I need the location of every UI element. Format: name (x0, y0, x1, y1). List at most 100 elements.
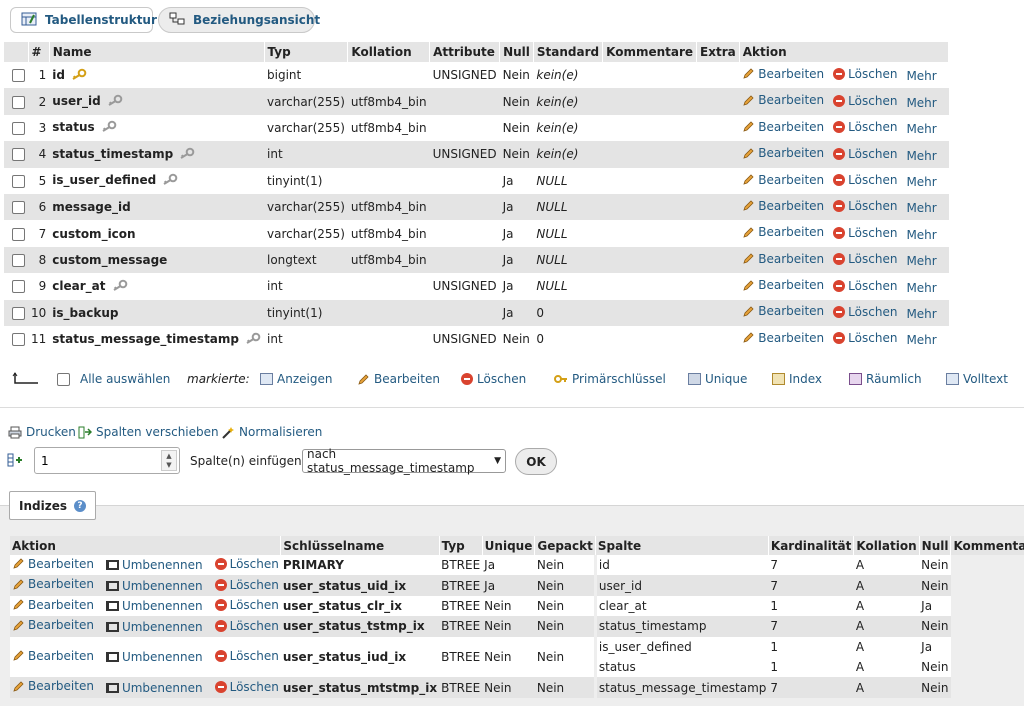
edit-button[interactable]: Bearbeiten (742, 225, 824, 239)
edit-button[interactable]: Bearbeiten (742, 304, 824, 318)
index-delete-button[interactable]: Löschen (214, 557, 279, 571)
index-delete-button[interactable]: Löschen (214, 578, 279, 592)
row-checkbox[interactable] (12, 280, 25, 294)
more-button[interactable]: Mehr (906, 175, 936, 189)
printer-icon (8, 426, 22, 438)
index-edit-label: Bearbeiten (28, 648, 94, 663)
more-button[interactable]: Mehr (906, 333, 936, 347)
bulk-edit-button[interactable]: Bearbeiten (357, 372, 440, 386)
index-key-icon[interactable] (162, 173, 178, 188)
bulk-unique-button[interactable]: Unique (688, 372, 747, 386)
tab-relation-view[interactable]: Beziehungsansicht (158, 7, 320, 33)
row-checkbox[interactable] (12, 121, 25, 135)
edit-button[interactable]: Bearbeiten (742, 93, 824, 107)
row-checkbox[interactable] (12, 201, 25, 215)
more-button[interactable]: Mehr (906, 122, 936, 136)
index-edit-button[interactable]: Bearbeiten (12, 577, 94, 591)
row-null: Nein (499, 62, 534, 89)
stepper-down-icon[interactable]: ▼ (166, 461, 171, 470)
index-key-icon[interactable] (107, 94, 123, 109)
more-button[interactable]: Mehr (906, 254, 936, 268)
delete-button[interactable]: Löschen (833, 199, 897, 213)
select-all-checkbox[interactable] (57, 372, 70, 386)
index-edit-button[interactable]: Bearbeiten (12, 618, 94, 632)
index-key-icon[interactable] (112, 279, 128, 294)
index-row: Bearbeiten Umbenennen Löschen user_status_i… (10, 636, 1024, 678)
delete-button[interactable]: Löschen (833, 173, 897, 187)
add-column-count-input[interactable] (34, 447, 180, 474)
print-link[interactable]: Drucken (8, 425, 76, 439)
index-rename-button[interactable]: Umbenennen (105, 681, 203, 695)
index-key-icon[interactable] (179, 147, 195, 162)
tab-table-structure[interactable]: Tabellenstruktur (10, 7, 157, 33)
edit-button[interactable]: Bearbeiten (742, 173, 824, 187)
bulk-fulltext-label: Volltext (963, 372, 1008, 386)
select-all[interactable]: Alle auswählen (57, 372, 170, 386)
more-button[interactable]: Mehr (906, 307, 936, 321)
index-rename-button[interactable]: Umbenennen (105, 558, 203, 572)
row-checkbox[interactable] (12, 253, 25, 267)
edit-button[interactable]: Bearbeiten (742, 252, 824, 266)
row-checkbox[interactable] (12, 148, 25, 162)
stepper-up-icon[interactable]: ▲ (166, 452, 171, 461)
row-checkbox[interactable] (12, 306, 25, 320)
delete-button[interactable]: Löschen (833, 226, 897, 240)
bulk-index-button[interactable]: Index (772, 372, 822, 386)
edit-button[interactable]: Bearbeiten (742, 120, 824, 134)
help-icon[interactable]: ? (73, 499, 86, 512)
row-default: kein(e) (533, 114, 603, 142)
index-rename-button[interactable]: Umbenennen (105, 620, 203, 634)
primary-key-icon[interactable] (71, 68, 87, 83)
row-checkbox[interactable] (12, 333, 25, 347)
index-rename-button[interactable]: Umbenennen (105, 579, 203, 593)
delete-button[interactable]: Löschen (833, 305, 897, 319)
bulk-spatial-button[interactable]: Räumlich (849, 372, 922, 386)
edit-button[interactable]: Bearbeiten (742, 331, 824, 345)
index-delete-button[interactable]: Löschen (214, 680, 279, 694)
row-checkbox[interactable] (12, 174, 25, 188)
index-edit-button[interactable]: Bearbeiten (12, 649, 94, 663)
more-button[interactable]: Mehr (906, 281, 936, 295)
delete-button[interactable]: Löschen (833, 94, 897, 108)
delete-button[interactable]: Löschen (833, 120, 897, 134)
more-button[interactable]: Mehr (906, 69, 936, 83)
index-edit-button[interactable]: Bearbeiten (12, 557, 94, 571)
more-label: Mehr (906, 122, 937, 137)
delete-button[interactable]: Löschen (833, 331, 897, 345)
move-columns-link[interactable]: Spalten verschieben (78, 425, 219, 439)
delete-button[interactable]: Löschen (833, 147, 897, 161)
more-button[interactable]: Mehr (906, 96, 936, 110)
index-delete-button[interactable]: Löschen (214, 649, 279, 663)
bulk-primary-button[interactable]: Primärschlüssel (554, 372, 666, 386)
index-key-icon[interactable] (101, 120, 117, 135)
bulk-delete-button[interactable]: Löschen (461, 372, 526, 386)
delete-button[interactable]: Löschen (833, 252, 897, 266)
edit-button[interactable]: Bearbeiten (742, 146, 824, 160)
edit-button[interactable]: Bearbeiten (742, 278, 824, 292)
count-stepper[interactable]: ▲ ▼ (161, 450, 177, 471)
index-delete-button[interactable]: Löschen (214, 619, 279, 633)
index-delete-button[interactable]: Löschen (214, 598, 279, 612)
bulk-fulltext-button[interactable]: Volltext (946, 372, 1008, 386)
normalize-link[interactable]: Normalisieren (221, 425, 322, 439)
more-button[interactable]: Mehr (906, 149, 936, 163)
index-rename-button[interactable]: Umbenennen (105, 650, 203, 664)
index-edit-button[interactable]: Bearbeiten (12, 679, 94, 693)
column-position-select[interactable]: nach status_message_timestamp ▼ (302, 447, 506, 475)
row-checkbox[interactable] (12, 227, 25, 241)
row-null: Nein (499, 325, 534, 353)
edit-button[interactable]: Bearbeiten (742, 199, 824, 213)
delete-button[interactable]: Löschen (833, 279, 897, 293)
index-key-icon[interactable] (245, 332, 261, 347)
index-rename-button[interactable]: Umbenennen (105, 599, 203, 613)
row-checkbox[interactable] (12, 95, 25, 109)
index-edit-button[interactable]: Bearbeiten (12, 598, 94, 612)
delete-button[interactable]: Löschen (833, 67, 897, 81)
more-button[interactable]: Mehr (906, 228, 936, 242)
more-button[interactable]: Mehr (906, 201, 936, 215)
edit-button[interactable]: Bearbeiten (742, 67, 824, 81)
bulk-show-button[interactable]: Anzeigen (260, 372, 332, 386)
select-all-label[interactable]: Alle auswählen (80, 372, 170, 386)
row-checkbox[interactable] (12, 69, 25, 83)
ok-button[interactable]: OK (515, 448, 557, 475)
